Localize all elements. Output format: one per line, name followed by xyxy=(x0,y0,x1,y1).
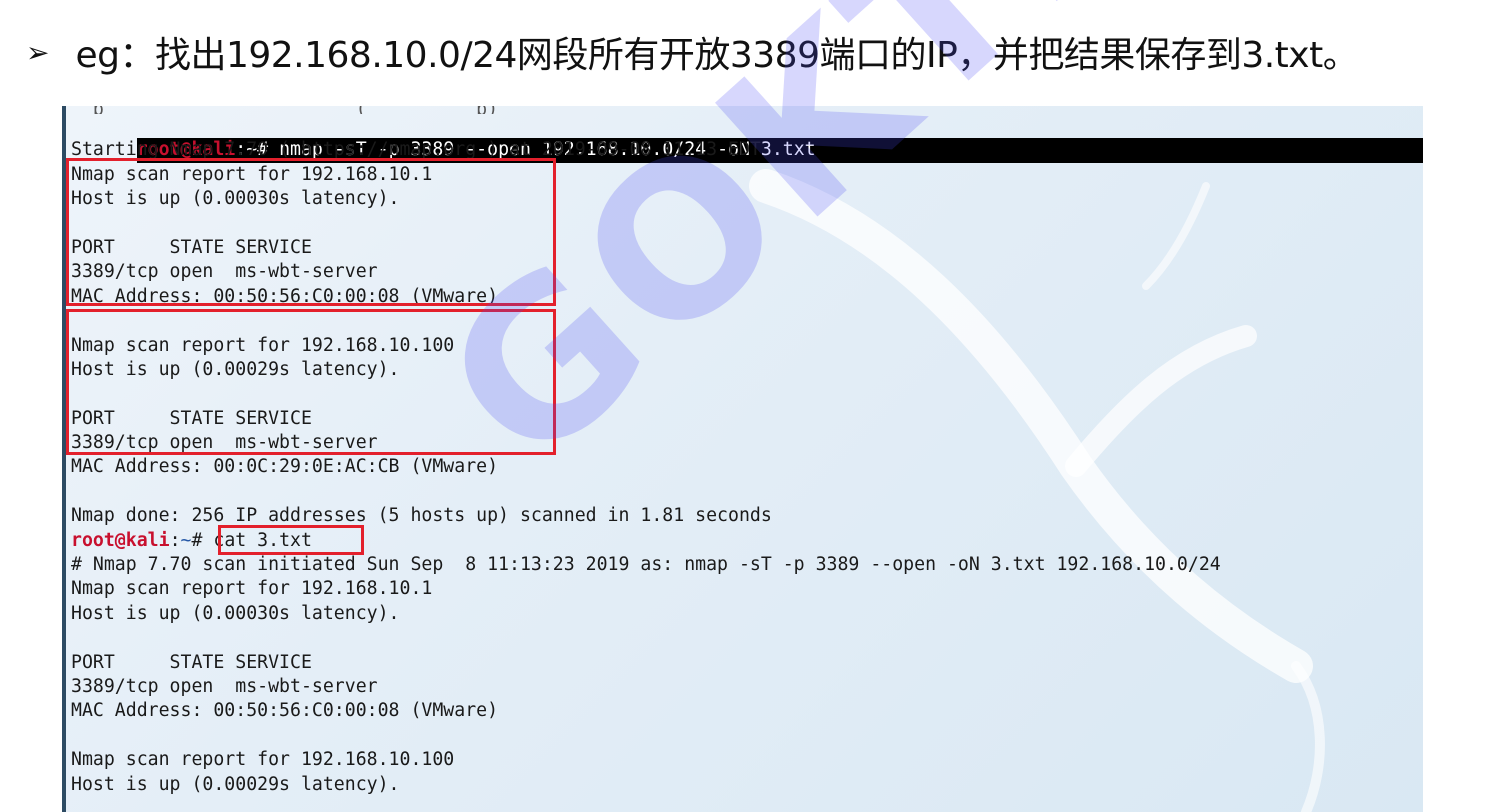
terminal-line: Nmap scan report for 192.168.10.100 xyxy=(71,749,455,771)
terminal-line: 3389/tcp open ms-wbt-server xyxy=(71,675,378,697)
terminal-line: # Nmap 7.70 scan initiated Sun Sep 8 11:… xyxy=(71,554,1221,576)
prompt-user: root@kali xyxy=(71,529,170,551)
terminal-screenshot: p ( p) root@kali:~# nmap -sT -p 3389 --o… xyxy=(62,106,1423,812)
highlight-box-host-1 xyxy=(66,158,556,306)
prompt-hash: # xyxy=(191,529,214,551)
terminal-line: Nmap scan report for 192.168.10.1 xyxy=(71,578,433,600)
prompt-path: ~ xyxy=(180,529,192,551)
terminal-line-partial: p ( p) xyxy=(71,106,1423,114)
terminal-line: MAC Address: 00:50:56:C0:00:08 (VMware) xyxy=(71,700,499,722)
terminal-prompt-line-1: root@kali:~# nmap -sT -p 3389 --open 192… xyxy=(71,114,1423,163)
terminal-line: MAC Address: 00:0C:29:0E:AC:CB (VMware) xyxy=(71,456,499,478)
bullet-arrow-icon: ➢ xyxy=(26,35,50,69)
prompt-separator: : xyxy=(169,529,181,551)
slide-heading: ➢ eg：找出192.168.10.0/24网段所有开放3389端口的IP，并把… xyxy=(26,26,1359,78)
terminal-line: PORT STATE SERVICE xyxy=(71,651,312,673)
terminal-line: Host is up (0.00029s latency). xyxy=(71,773,400,795)
highlight-box-cat-command xyxy=(218,525,364,555)
highlight-box-host-100 xyxy=(66,309,556,455)
terminal-line: Host is up (0.00030s latency). xyxy=(71,602,400,624)
heading-text: eg：找出192.168.10.0/24网段所有开放3389端口的IP，并把结果… xyxy=(75,35,1359,76)
